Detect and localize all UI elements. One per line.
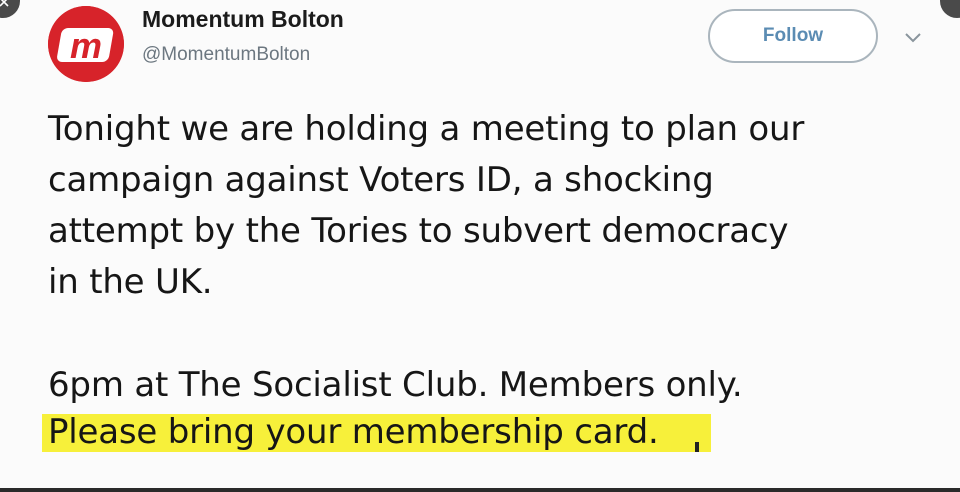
tweet-text: Tonight we are holding a meeting to plan… bbox=[42, 104, 948, 462]
tweet-line: Tonight we are holding a meeting to plan… bbox=[48, 109, 805, 149]
chevron-down-icon[interactable] bbox=[903, 30, 923, 44]
menu-button[interactable] bbox=[940, 0, 960, 18]
close-icon[interactable] bbox=[0, 0, 20, 18]
highlight-mark bbox=[694, 442, 699, 452]
avatar[interactable]: m bbox=[48, 6, 124, 82]
avatar-letter: m bbox=[70, 25, 102, 66]
display-name[interactable]: Momentum Bolton bbox=[142, 6, 344, 33]
tweet-line: in the UK. bbox=[48, 262, 213, 302]
tweet-line: 6pm at The Socialist Club. Members only. bbox=[48, 365, 743, 405]
tweet-line: campaign against Voters ID, a shocking bbox=[48, 160, 714, 200]
tweet-line: attempt by the Tories to subvert democra… bbox=[48, 211, 789, 251]
user-handle[interactable]: @MomentumBolton bbox=[142, 44, 310, 66]
highlighted-line-wrap: Please bring your membership card. bbox=[42, 411, 948, 462]
momentum-logo-icon: m bbox=[48, 6, 124, 82]
highlighted-text: Please bring your membership card. bbox=[42, 414, 711, 452]
highlighted-text-content: Please bring your membership card. bbox=[48, 412, 659, 452]
follow-button[interactable]: Follow bbox=[708, 9, 878, 63]
bottom-divider bbox=[0, 488, 960, 492]
tweet-screenshot: m Momentum Bolton @MomentumBolton Follow… bbox=[0, 0, 960, 492]
